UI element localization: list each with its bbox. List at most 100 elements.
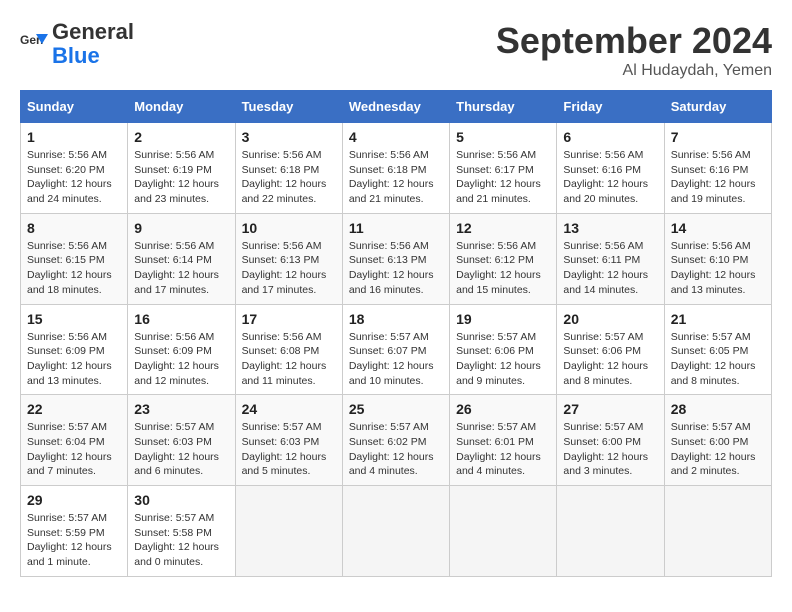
day-detail: Sunrise: 5:56 AM Sunset: 6:19 PM Dayligh… xyxy=(134,148,228,207)
day-detail: Sunrise: 5:56 AM Sunset: 6:14 PM Dayligh… xyxy=(134,239,228,298)
table-cell xyxy=(342,486,449,577)
table-cell: 15 Sunrise: 5:56 AM Sunset: 6:09 PM Dayli… xyxy=(21,304,128,395)
table-cell: 22 Sunrise: 5:57 AM Sunset: 6:04 PM Dayli… xyxy=(21,395,128,486)
day-detail: Sunrise: 5:57 AM Sunset: 5:59 PM Dayligh… xyxy=(27,511,121,570)
table-cell: 1 Sunrise: 5:56 AM Sunset: 6:20 PM Daylig… xyxy=(21,123,128,214)
table-cell: 23 Sunrise: 5:57 AM Sunset: 6:03 PM Dayli… xyxy=(128,395,235,486)
day-number: 2 xyxy=(134,129,228,145)
title-block: September 2024 Al Hudaydah, Yemen xyxy=(496,20,772,80)
table-cell: 17Sunrise: 5:56 AM Sunset: 6:08 PM Dayli… xyxy=(235,304,342,395)
logo-text: General Blue xyxy=(52,20,134,68)
table-cell xyxy=(664,486,771,577)
table-cell: 18 Sunrise: 5:57 AM Sunset: 6:07 PM Dayli… xyxy=(342,304,449,395)
table-cell: 10 Sunrise: 5:56 AM Sunset: 6:13 PM Dayli… xyxy=(235,213,342,304)
day-detail: Sunrise: 5:56 AM Sunset: 6:09 PM Dayligh… xyxy=(27,330,121,389)
day-number: 21 xyxy=(671,311,765,327)
day-detail: Sunrise: 5:56 AM Sunset: 6:18 PM Dayligh… xyxy=(242,148,336,207)
table-cell xyxy=(557,486,664,577)
day-number: 29 xyxy=(27,492,121,508)
day-detail: Sunrise: 5:57 AM Sunset: 6:05 PM Dayligh… xyxy=(671,330,765,389)
table-cell: 25 Sunrise: 5:57 AM Sunset: 6:02 PM Dayli… xyxy=(342,395,449,486)
day-number: 22 xyxy=(27,401,121,417)
day-number: 7 xyxy=(671,129,765,145)
day-detail: Sunrise: 5:56 AM Sunset: 6:13 PM Dayligh… xyxy=(242,239,336,298)
week-row-3: 15 Sunrise: 5:56 AM Sunset: 6:09 PM Dayli… xyxy=(21,304,772,395)
table-cell: 24Sunrise: 5:57 AM Sunset: 6:03 PM Dayli… xyxy=(235,395,342,486)
day-detail: Sunrise: 5:56 AM Sunset: 6:15 PM Dayligh… xyxy=(27,239,121,298)
day-number: 23 xyxy=(134,401,228,417)
table-cell: 9 Sunrise: 5:56 AM Sunset: 6:14 PM Daylig… xyxy=(128,213,235,304)
table-cell: 27 Sunrise: 5:57 AM Sunset: 6:00 PM Dayli… xyxy=(557,395,664,486)
day-detail: Sunrise: 5:56 AM Sunset: 6:20 PM Dayligh… xyxy=(27,148,121,207)
calendar-header-row: Sunday Monday Tuesday Wednesday Thursday… xyxy=(21,91,772,123)
day-number: 10 xyxy=(242,220,336,236)
day-detail: Sunrise: 5:56 AM Sunset: 6:10 PM Dayligh… xyxy=(671,239,765,298)
table-cell: 16 Sunrise: 5:56 AM Sunset: 6:09 PM Dayli… xyxy=(128,304,235,395)
day-detail: Sunrise: 5:56 AM Sunset: 6:16 PM Dayligh… xyxy=(671,148,765,207)
day-number: 20 xyxy=(563,311,657,327)
day-detail: Sunrise: 5:56 AM Sunset: 6:17 PM Dayligh… xyxy=(456,148,550,207)
day-number: 25 xyxy=(349,401,443,417)
week-row-4: 22 Sunrise: 5:57 AM Sunset: 6:04 PM Dayli… xyxy=(21,395,772,486)
table-cell: 28Sunrise: 5:57 AM Sunset: 6:00 PM Dayli… xyxy=(664,395,771,486)
day-detail: Sunrise: 5:57 AM Sunset: 6:04 PM Dayligh… xyxy=(27,420,121,479)
day-detail: Sunrise: 5:57 AM Sunset: 6:03 PM Dayligh… xyxy=(242,420,336,479)
day-detail: Sunrise: 5:56 AM Sunset: 6:12 PM Dayligh… xyxy=(456,239,550,298)
day-number: 30 xyxy=(134,492,228,508)
day-number: 1 xyxy=(27,129,121,145)
table-cell: 6Sunrise: 5:56 AM Sunset: 6:16 PM Daylig… xyxy=(557,123,664,214)
col-saturday: Saturday xyxy=(664,91,771,123)
day-number: 15 xyxy=(27,311,121,327)
day-number: 26 xyxy=(456,401,550,417)
day-number: 14 xyxy=(671,220,765,236)
table-cell xyxy=(450,486,557,577)
day-detail: Sunrise: 5:57 AM Sunset: 6:06 PM Dayligh… xyxy=(456,330,550,389)
week-row-5: 29 Sunrise: 5:57 AM Sunset: 5:59 PM Dayli… xyxy=(21,486,772,577)
day-number: 8 xyxy=(27,220,121,236)
day-number: 9 xyxy=(134,220,228,236)
table-cell: 21 Sunrise: 5:57 AM Sunset: 6:05 PM Dayli… xyxy=(664,304,771,395)
day-detail: Sunrise: 5:57 AM Sunset: 6:03 PM Dayligh… xyxy=(134,420,228,479)
table-cell: 3 Sunrise: 5:56 AM Sunset: 6:18 PM Daylig… xyxy=(235,123,342,214)
day-detail: Sunrise: 5:56 AM Sunset: 6:16 PM Dayligh… xyxy=(563,148,657,207)
day-detail: Sunrise: 5:56 AM Sunset: 6:09 PM Dayligh… xyxy=(134,330,228,389)
week-row-1: 1 Sunrise: 5:56 AM Sunset: 6:20 PM Daylig… xyxy=(21,123,772,214)
day-detail: Sunrise: 5:57 AM Sunset: 6:06 PM Dayligh… xyxy=(563,330,657,389)
table-cell: 20 Sunrise: 5:57 AM Sunset: 6:06 PM Dayli… xyxy=(557,304,664,395)
col-thursday: Thursday xyxy=(450,91,557,123)
day-detail: Sunrise: 5:57 AM Sunset: 6:00 PM Dayligh… xyxy=(563,420,657,479)
day-number: 12 xyxy=(456,220,550,236)
day-detail: Sunrise: 5:56 AM Sunset: 6:11 PM Dayligh… xyxy=(563,239,657,298)
day-number: 4 xyxy=(349,129,443,145)
day-number: 11 xyxy=(349,220,443,236)
day-number: 16 xyxy=(134,311,228,327)
day-number: 3 xyxy=(242,129,336,145)
col-monday: Monday xyxy=(128,91,235,123)
day-number: 13 xyxy=(563,220,657,236)
week-row-2: 8 Sunrise: 5:56 AM Sunset: 6:15 PM Daylig… xyxy=(21,213,772,304)
logo-icon: Gen xyxy=(20,30,48,58)
table-cell: 14 Sunrise: 5:56 AM Sunset: 6:10 PM Dayli… xyxy=(664,213,771,304)
col-friday: Friday xyxy=(557,91,664,123)
table-cell: 30 Sunrise: 5:57 AM Sunset: 5:58 PM Dayli… xyxy=(128,486,235,577)
day-number: 18 xyxy=(349,311,443,327)
table-cell: 13 Sunrise: 5:56 AM Sunset: 6:11 PM Dayli… xyxy=(557,213,664,304)
day-number: 28 xyxy=(671,401,765,417)
page-header: Gen General Blue September 2024 Al Huday… xyxy=(20,20,772,80)
table-cell: 19 Sunrise: 5:57 AM Sunset: 6:06 PM Dayli… xyxy=(450,304,557,395)
day-number: 27 xyxy=(563,401,657,417)
day-detail: Sunrise: 5:57 AM Sunset: 6:02 PM Dayligh… xyxy=(349,420,443,479)
col-sunday: Sunday xyxy=(21,91,128,123)
table-cell: 4Sunrise: 5:56 AM Sunset: 6:18 PM Daylig… xyxy=(342,123,449,214)
logo: Gen General Blue xyxy=(20,20,134,68)
table-cell: 12 Sunrise: 5:56 AM Sunset: 6:12 PM Dayli… xyxy=(450,213,557,304)
table-cell xyxy=(235,486,342,577)
day-number: 19 xyxy=(456,311,550,327)
table-cell: 5Sunrise: 5:56 AM Sunset: 6:17 PM Daylig… xyxy=(450,123,557,214)
table-cell: 2 Sunrise: 5:56 AM Sunset: 6:19 PM Daylig… xyxy=(128,123,235,214)
day-number: 17 xyxy=(242,311,336,327)
table-cell: 7 Sunrise: 5:56 AM Sunset: 6:16 PM Daylig… xyxy=(664,123,771,214)
day-detail: Sunrise: 5:57 AM Sunset: 6:07 PM Dayligh… xyxy=(349,330,443,389)
table-cell: 26Sunrise: 5:57 AM Sunset: 6:01 PM Dayli… xyxy=(450,395,557,486)
day-detail: Sunrise: 5:57 AM Sunset: 5:58 PM Dayligh… xyxy=(134,511,228,570)
